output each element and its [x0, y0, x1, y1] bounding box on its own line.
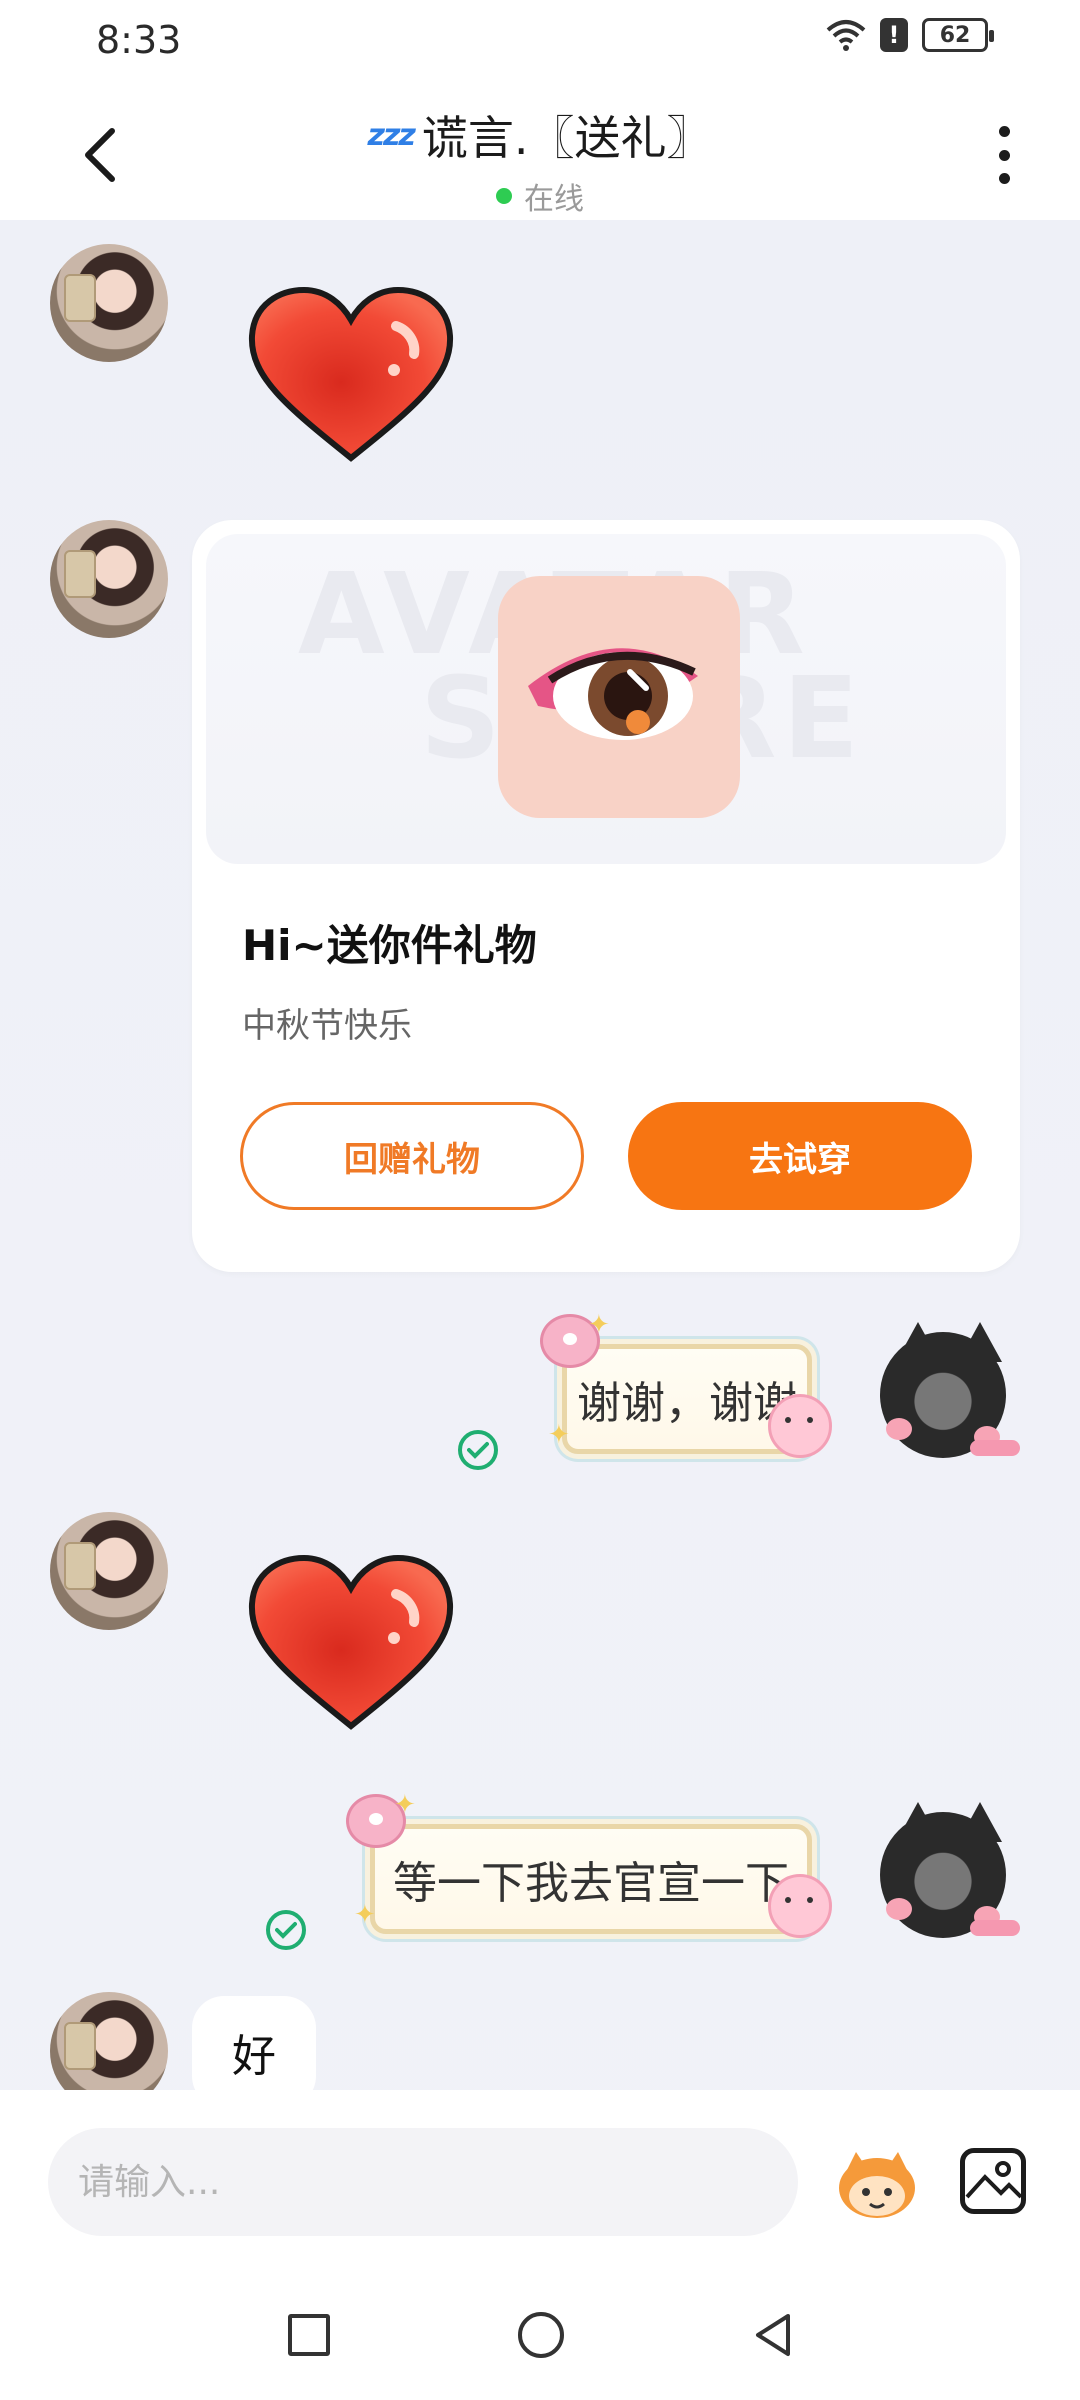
- my-avatar[interactable]: [880, 1322, 1020, 1462]
- image-icon: [965, 2161, 1021, 2199]
- eye-makeup-icon: [528, 648, 698, 740]
- avatar[interactable]: [50, 520, 168, 638]
- gift-banner: AVATAR STORE: [206, 534, 1006, 864]
- chat-screen: 8:33 ! 62 zzz 谎言.〖送礼〗 在线 Hi~送你件礼物 中秋节快乐 …: [0, 0, 1080, 2400]
- message-list[interactable]: AVATAR STORE Hi~送你件礼物 中秋节快乐 回赠礼物: [0, 220, 1080, 2090]
- mascot-emoji-icon[interactable]: [834, 2146, 920, 2220]
- message-input[interactable]: [48, 2128, 798, 2236]
- image-button[interactable]: [960, 2148, 1026, 2214]
- heart-sticker-icon[interactable]: [246, 1554, 456, 1734]
- battery-level: 62: [939, 22, 971, 48]
- wifi-icon: [826, 20, 866, 51]
- status-bar: 8:33 ! 62: [0, 0, 1080, 80]
- my-avatar[interactable]: [880, 1802, 1020, 1942]
- gift-subtitle: 中秋节快乐: [242, 1006, 412, 1046]
- gift-thumbnail: [498, 576, 740, 818]
- title-block: zzz 谎言.〖送礼〗 在线: [0, 102, 1080, 218]
- more-dot-icon: [998, 149, 1010, 161]
- return-gift-button[interactable]: 回赠礼物: [240, 1102, 584, 1210]
- avatar[interactable]: [50, 1992, 168, 2090]
- heart-sticker-icon[interactable]: [246, 286, 456, 466]
- sticker-bubble[interactable]: 等一下我去官宣一下: [370, 1824, 812, 1934]
- status-time: 8:33: [96, 18, 182, 62]
- online-status: 在线: [496, 174, 584, 218]
- message-text: 等一下我去官宣一下: [393, 1858, 789, 1909]
- try-on-button[interactable]: 去试穿: [628, 1102, 972, 1210]
- online-dot-icon: [496, 188, 512, 204]
- input-bar: [0, 2090, 1080, 2250]
- star-decor-icon: ✦: [548, 1420, 570, 1450]
- online-label: 在线: [524, 182, 584, 217]
- read-check-icon: [458, 1430, 498, 1470]
- message-text: 谢谢，谢谢: [577, 1378, 797, 1429]
- chat-title-text: 谎言.〖送礼〗: [421, 111, 713, 165]
- read-check-icon: [266, 1910, 306, 1950]
- bunny-decor-icon: [768, 1874, 832, 1938]
- alert-icon: !: [880, 18, 908, 52]
- star-decor-icon: ✦: [394, 1790, 416, 1820]
- star-decor-icon: ✦: [354, 1900, 376, 1930]
- text-bubble[interactable]: 好: [192, 1996, 316, 2090]
- status-icons: ! 62: [826, 18, 994, 52]
- avatar[interactable]: [50, 1512, 168, 1630]
- star-decor-icon: ✦: [588, 1310, 610, 1340]
- recent-apps-button[interactable]: [288, 2314, 330, 2356]
- battery-icon: 62: [922, 18, 994, 52]
- sleep-emoji-icon: zzz: [367, 117, 415, 153]
- gift-card[interactable]: AVATAR STORE Hi~送你件礼物 中秋节快乐 回赠礼物: [192, 520, 1020, 1272]
- message-text: 好: [232, 2031, 276, 2082]
- chat-title[interactable]: zzz 谎言.〖送礼〗: [367, 102, 712, 168]
- chat-header: zzz 谎言.〖送礼〗 在线: [0, 80, 1080, 220]
- system-nav-bar: [0, 2250, 1080, 2400]
- gift-title: Hi~送你件礼物: [242, 921, 537, 970]
- back-nav-button[interactable]: [748, 2310, 798, 2360]
- more-button[interactable]: [984, 120, 1024, 190]
- avatar[interactable]: [50, 244, 168, 362]
- bunny-decor-icon: [768, 1394, 832, 1458]
- home-button[interactable]: [518, 2312, 564, 2358]
- more-dot-icon: [998, 126, 1010, 137]
- more-dot-icon: [998, 173, 1010, 184]
